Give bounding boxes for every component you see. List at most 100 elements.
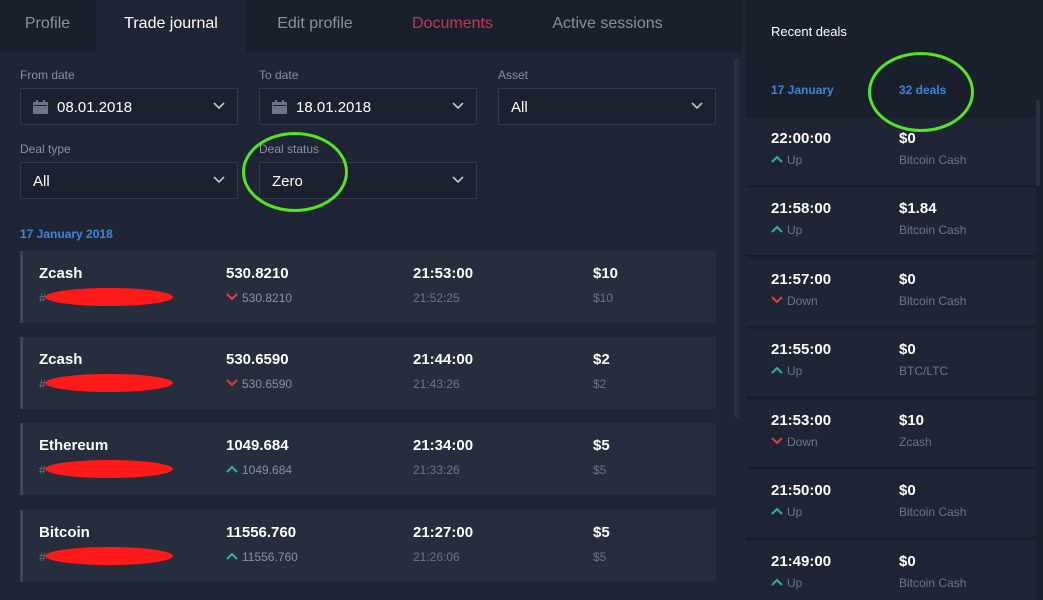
trade-close-price-line: 1049.684 [226, 463, 292, 477]
arrow-up-icon [771, 366, 783, 374]
trade-asset: Zcash [39, 265, 83, 282]
tab-profile[interactable]: Profile [0, 0, 95, 52]
deal-time: 21:57:00 [771, 271, 832, 288]
chevron-down-icon [691, 102, 703, 110]
calendar-icon [33, 100, 48, 114]
tab-bar: Profile Trade journal Edit profile Docum… [0, 0, 742, 52]
deal-item[interactable]: 21:55:00 Up $0 BTC/LTC [746, 329, 1036, 397]
deal-asset: Bitcoin Cash [899, 223, 967, 237]
deal-item[interactable]: 21:50:00 Up $0 Bitcoin Cash [746, 470, 1036, 538]
arrow-up-icon [226, 552, 238, 560]
trade-close-price: 530.8210 [242, 291, 293, 305]
deal-item[interactable]: 21:53:00 Down $10 Zcash [746, 400, 1036, 468]
deal-asset: Bitcoin Cash [899, 505, 967, 519]
deal-item[interactable]: 21:58:00 Up $1.84 Bitcoin Cash [746, 188, 1036, 256]
deal-direction: Up [787, 505, 803, 519]
deal-direction: Up [787, 576, 803, 590]
arrow-down-icon [771, 296, 783, 304]
trade-amount: $5 [593, 524, 610, 541]
trade-row[interactable]: Ethereum # 1049.684 1049.684 21:34:00 21… [20, 423, 716, 495]
trade-open-time: 21:43:26 [413, 377, 460, 391]
trade-open-price: 1049.684 [226, 437, 289, 454]
trade-amount: $2 [593, 351, 610, 368]
redaction-mark [45, 288, 173, 306]
trade-row[interactable]: Zcash # 530.8210 530.8210 21:53:00 21:52… [20, 251, 716, 323]
deal-time: 21:53:00 [771, 412, 832, 429]
trade-close-time: 21:34:00 [413, 437, 474, 454]
arrow-up-icon [771, 155, 783, 163]
tab-active-sessions[interactable]: Active sessions [525, 0, 690, 52]
deal-amount: $0 [899, 130, 916, 147]
deal-time: 21:55:00 [771, 341, 832, 358]
chevron-down-icon [452, 176, 464, 184]
trade-close-time: 21:27:00 [413, 524, 474, 541]
deal-direction: Up [787, 153, 803, 167]
deal-time: 21:58:00 [771, 200, 832, 217]
trade-close-price-line: 530.6590 [226, 377, 292, 391]
from-date-picker[interactable]: 08.01.2018 [20, 88, 238, 125]
tab-edit-profile[interactable]: Edit profile [250, 0, 380, 52]
arrow-down-icon [226, 293, 238, 301]
deal-item[interactable]: 21:57:00 Down $0 Bitcoin Cash [746, 259, 1036, 327]
main-panel: Profile Trade journal Edit profile Docum… [0, 0, 742, 600]
recent-deals-scrollbar[interactable] [1036, 100, 1040, 186]
trade-open-price: 530.6590 [226, 351, 289, 368]
deal-direction: Up [787, 223, 803, 237]
deal-item[interactable]: 22:00:00 Up $0 Bitcoin Cash [746, 118, 1036, 186]
deal-amount: $1.84 [899, 200, 937, 217]
trade-open-price: 11556.760 [226, 524, 297, 541]
tab-trade-journal[interactable]: Trade journal [96, 0, 246, 52]
deal-time: 22:00:00 [771, 130, 832, 147]
trade-payout: $5 [593, 550, 607, 564]
deal-direction-line: Down [771, 435, 818, 449]
deal-amount: $0 [899, 553, 916, 570]
to-date-value: 18.01.2018 [296, 99, 372, 116]
trade-open-time: 21:26:06 [413, 550, 460, 564]
deal-direction-line: Up [771, 505, 802, 519]
chevron-down-icon [213, 176, 225, 184]
trade-asset: Bitcoin [39, 524, 90, 541]
trade-payout: $5 [593, 463, 607, 477]
trade-close-price: 530.6590 [242, 377, 293, 391]
deal-direction-line: Up [771, 576, 802, 590]
chevron-down-icon [452, 102, 464, 110]
trade-asset: Ethereum [39, 437, 109, 454]
trade-payout: $2 [593, 377, 607, 391]
deal-time: 21:49:00 [771, 553, 832, 570]
arrow-up-icon [771, 225, 783, 233]
trade-row[interactable]: Zcash # 530.6590 530.6590 21:44:00 21:43… [20, 337, 716, 409]
trade-asset: Zcash [39, 351, 83, 368]
tab-documents[interactable]: Documents [390, 0, 515, 52]
to-date-picker[interactable]: 18.01.2018 [259, 88, 477, 125]
trade-amount: $5 [593, 437, 610, 454]
trade-close-price-line: 11556.760 [226, 550, 298, 564]
arrow-up-icon [771, 507, 783, 515]
deal-type-select[interactable]: All [20, 162, 238, 199]
deal-amount: $10 [899, 412, 925, 429]
redaction-mark [45, 547, 173, 565]
arrow-up-icon [226, 465, 238, 473]
trade-close-price: 11556.760 [242, 550, 298, 564]
recent-deals-date: 17 January [771, 83, 834, 97]
to-date-label: To date [259, 68, 299, 82]
deal-type-value: All [33, 173, 50, 190]
deal-asset: BTC/LTC [899, 364, 949, 378]
deal-direction-line: Down [771, 294, 818, 308]
deal-direction-line: Up [771, 153, 802, 167]
deal-direction: Down [787, 435, 818, 449]
trade-open-time: 21:33:26 [413, 463, 460, 477]
trade-close-time: 21:44:00 [413, 351, 474, 368]
trade-amount: $10 [593, 265, 619, 282]
trade-close-price: 1049.684 [242, 463, 293, 477]
highlight-circle-deal-count [868, 52, 974, 132]
trade-open-time: 21:52:25 [413, 291, 460, 305]
journal-date-header: 17 January 2018 [20, 227, 113, 241]
deal-item[interactable]: 21:49:00 Up $0 Bitcoin Cash [746, 541, 1036, 600]
deal-direction-line: Up [771, 364, 802, 378]
asset-select[interactable]: All [498, 88, 716, 125]
trade-close-time: 21:53:00 [413, 265, 474, 282]
chevron-down-icon [213, 102, 225, 110]
journal-scrollbar[interactable] [734, 58, 739, 418]
trade-row[interactable]: Bitcoin # 11556.760 11556.760 21:27:00 2… [20, 510, 716, 582]
deal-amount: $0 [899, 341, 916, 358]
